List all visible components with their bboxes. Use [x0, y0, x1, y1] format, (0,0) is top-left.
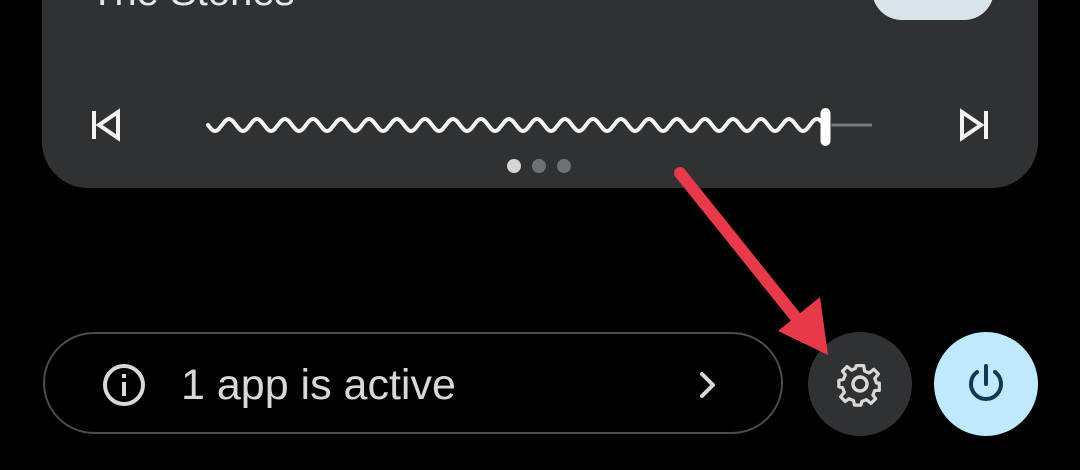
page-indicator — [505, 158, 575, 174]
gear-icon — [837, 363, 881, 407]
info-icon — [103, 364, 145, 406]
playback-progress-seekbar[interactable] — [200, 100, 880, 150]
previous-track-button[interactable] — [80, 100, 130, 150]
page-dot — [532, 159, 546, 173]
skip-next-icon — [960, 108, 988, 142]
settings-button[interactable] — [808, 332, 912, 436]
progress-wave — [206, 116, 827, 134]
active-apps-label: 1 app is active — [181, 361, 456, 409]
page-dot — [507, 159, 521, 173]
chevron-right-icon — [700, 372, 715, 398]
seekbar-thumb[interactable] — [820, 108, 831, 146]
skip-previous-icon — [92, 108, 120, 142]
power-icon — [969, 364, 1003, 401]
media-output-button[interactable] — [872, 0, 994, 20]
next-track-button[interactable] — [950, 100, 1000, 150]
page-dot — [557, 159, 571, 173]
media-title: The Stones — [90, 0, 295, 15]
active-apps-chip[interactable]: 1 app is active — [43, 332, 783, 434]
power-button[interactable] — [934, 332, 1038, 436]
